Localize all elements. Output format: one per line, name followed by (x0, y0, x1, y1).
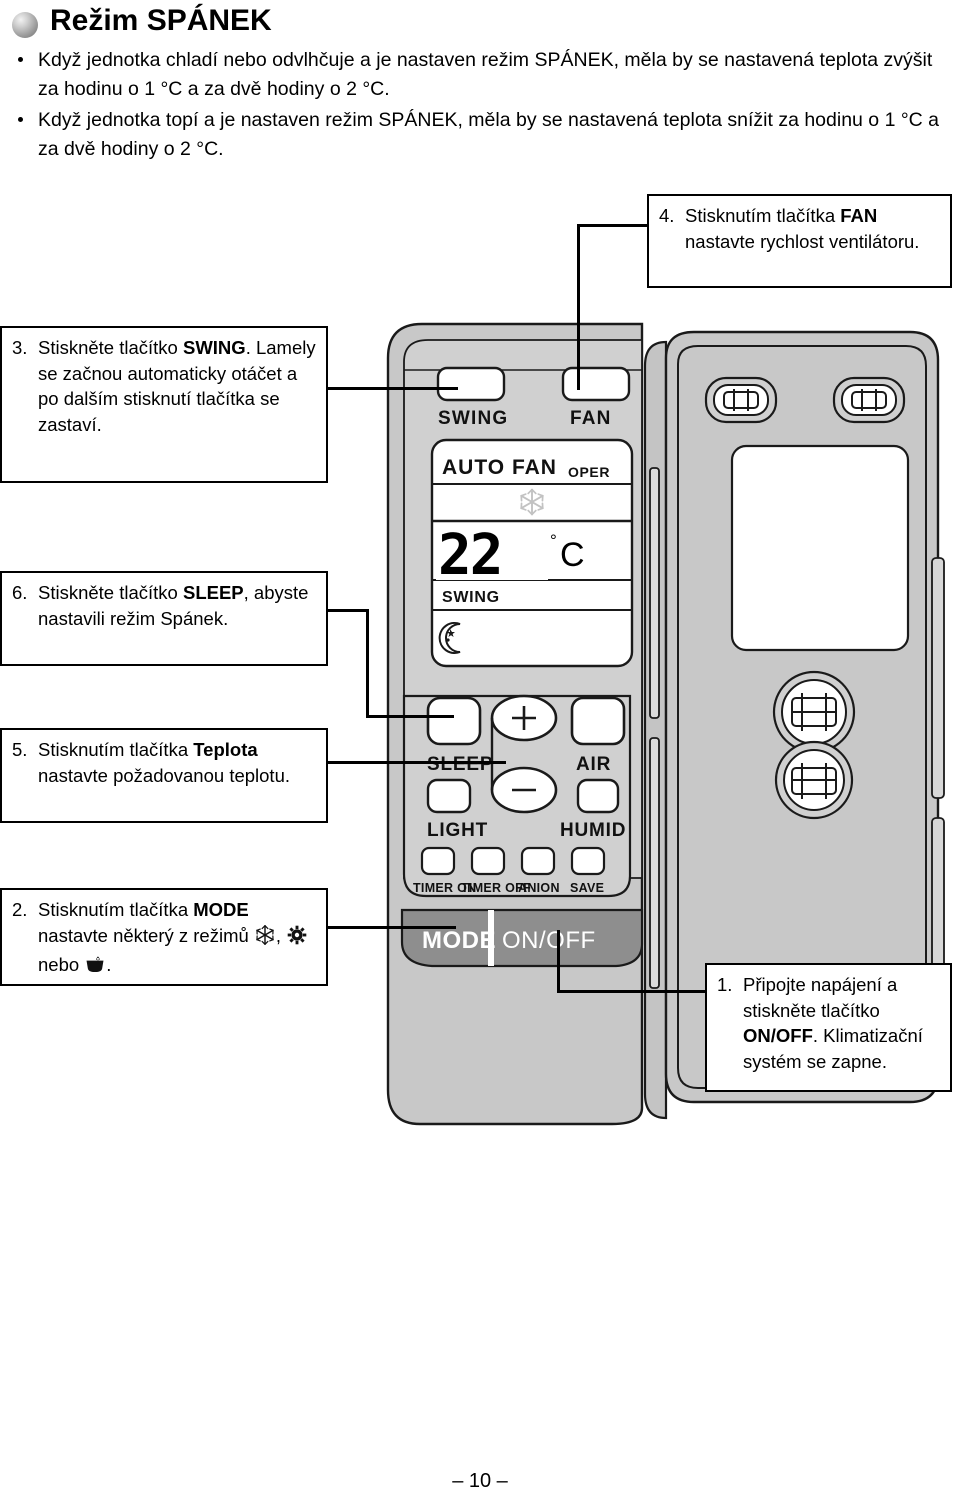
callout-5-temperature: 5. Stisknutím tlačítka Teplota nastavte … (0, 728, 328, 823)
icon-conjunction: nebo (38, 954, 80, 975)
svg-text:SWING: SWING (438, 408, 508, 429)
page-footer: – 10 – (0, 1470, 960, 1493)
svg-text:22: 22 (438, 523, 501, 588)
callout-number: 4. (659, 205, 675, 226)
connector-line-temp-h (326, 761, 506, 764)
svg-text:MODE: MODE (422, 927, 496, 954)
callout-number: 5. (12, 739, 28, 760)
connector-line-sleep-h1 (326, 609, 368, 612)
svg-text:°: ° (550, 531, 557, 550)
callout-3-swing: 3. Stiskněte tlačítko SWING. Lamely se z… (0, 326, 328, 483)
intro-list: Když jednotka chladí nebo odvlhčuje a je… (10, 46, 950, 166)
svg-text:OPER: OPER (568, 464, 610, 480)
page-number: – 10 – (452, 1470, 508, 1492)
svg-text:C: C (560, 536, 585, 574)
callout-text: Stiskněte tlačítko SWING. Lamely se začn… (38, 337, 316, 435)
intro-list-item-text: Když jednotka topí a je nastaven režim S… (38, 109, 939, 160)
page-header: Režim SPÁNEK (0, 0, 960, 50)
connector-line-sleep-h2 (366, 715, 454, 718)
callout-number: 6. (12, 582, 28, 603)
connector-line-fan-h (577, 224, 647, 227)
svg-text:SLEEP: SLEEP (427, 754, 493, 775)
trailing-period: . (106, 954, 112, 975)
callout-text: Připojte napájení a stiskněte tlačítko O… (743, 974, 923, 1072)
connector-line-swing-h (326, 387, 458, 390)
callout-6-sleep: 6. Stiskněte tlačítko SLEEP, abyste nast… (0, 571, 328, 666)
callout-text: Stisknutím tlačítka MODE nastavte někter… (12, 897, 318, 982)
intro-list-item: Když jednotka chladí nebo odvlhčuje a je… (10, 46, 950, 104)
bullet-dot-icon (18, 117, 23, 122)
svg-text:HUMID: HUMID (560, 820, 626, 841)
svg-text:LIGHT: LIGHT (427, 820, 488, 841)
sun-icon (286, 924, 308, 953)
svg-text:ANION: ANION (518, 881, 560, 895)
callout-text: Stisknutím tlačítka FAN nastavte rychlos… (685, 205, 920, 252)
page-title: Režim SPÁNEK (50, 4, 272, 37)
callout-text: Stisknutím tlačítka Teplota nastavte pož… (38, 739, 290, 786)
svg-text:SWING: SWING (442, 589, 500, 606)
icon-separator: , (275, 924, 282, 946)
callout-1-onoff: 1. Připojte napájení a stiskněte tlačítk… (705, 963, 952, 1092)
callout-number: 2. (12, 899, 28, 920)
connector-line-onoff-h (557, 990, 705, 993)
callout-number: 3. (12, 337, 28, 358)
dry-icon (84, 953, 106, 982)
callout-2-mode: 2. Stisknutím tlačítka MODE nastavte něk… (0, 888, 328, 986)
connector-line-onoff-v (557, 930, 560, 992)
intro-list-item-text: Když jednotka chladí nebo odvlhčuje a je… (38, 49, 933, 100)
connector-line-fan-v (577, 224, 580, 390)
callout-4-fan: 4. Stisknutím tlačítka FAN nastavte rych… (647, 194, 952, 288)
intro-list-item: Když jednotka topí a je nastaven režim S… (10, 106, 950, 164)
svg-text:FAN: FAN (570, 408, 612, 429)
callout-number: 1. (717, 974, 733, 995)
sphere-bullet-icon (12, 12, 38, 38)
svg-text:ON/OFF: ON/OFF (502, 927, 596, 954)
bullet-dot-icon (18, 57, 23, 62)
connector-line-mode-h (326, 926, 456, 929)
svg-text:SAVE: SAVE (570, 881, 604, 895)
svg-text:AIR: AIR (576, 754, 611, 775)
snowflake-icon (254, 924, 276, 953)
svg-text:AUTO FAN: AUTO FAN (442, 456, 557, 479)
connector-line-sleep-v (366, 609, 369, 717)
callout-text: Stiskněte tlačítko SLEEP, abyste nastavi… (38, 582, 309, 629)
